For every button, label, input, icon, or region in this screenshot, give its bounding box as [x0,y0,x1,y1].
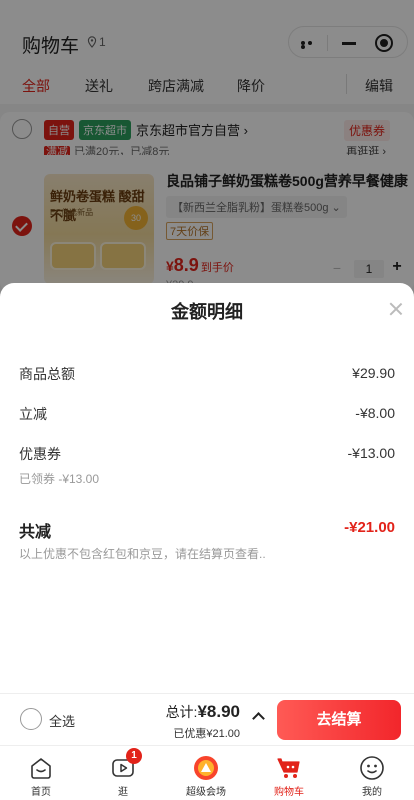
select-all-label[interactable]: 全选 [49,711,75,730]
tabbar-item-explore[interactable]: 1 逛 [82,746,164,800]
tabbar-item-home[interactable]: 首页 [0,746,82,800]
total-discount-value: -¥21.00 [344,519,395,536]
chevron-up-icon[interactable] [252,712,265,725]
tabbar-item-cart[interactable]: 购物车 [248,746,330,800]
sheet-title: 金额明细 [171,302,243,322]
venue-icon [194,756,218,780]
select-all-radio[interactable] [20,708,42,730]
checkout-bar: 全选 总计:¥8.90 已优惠¥21.00 去结算 [0,693,414,745]
discount-note: 以上优惠不包含红包和京豆，请在结算页查看.. [19,547,266,561]
total-discount-label: 共减 [19,524,52,541]
home-icon [31,758,51,779]
profile-icon [360,756,384,780]
instant-discount-value: -¥8.00 [355,405,395,421]
goods-total-label: 商品总额 [19,366,75,382]
amount-detail-sheet: 金额明细 商品总额 ¥29.90 立减 -¥8.00 优惠券 -¥13.00 已… [0,283,414,693]
checkout-saved: 已优惠¥21.00 [173,728,240,740]
close-icon[interactable] [389,302,403,316]
coupon-label: 优惠券 [19,446,61,462]
tabbar-item-profile[interactable]: 我的 [331,746,413,800]
goods-total-value: ¥29.90 [352,365,395,381]
explore-badge: 1 [126,748,142,764]
cart-icon [277,758,300,778]
coupon-claimed-note: 已领券 -¥13.00 [19,472,100,486]
bottom-tab-bar: 首页 1 逛 超级会场 购物车 我的 [0,745,414,800]
coupon-value: -¥13.00 [347,445,395,461]
checkout-total: 总计:¥8.90 [165,702,240,721]
instant-discount-label: 立减 [19,406,47,422]
tabbar-item-venue[interactable]: 超级会场 [165,746,247,800]
checkout-button[interactable]: 去结算 [277,700,401,740]
